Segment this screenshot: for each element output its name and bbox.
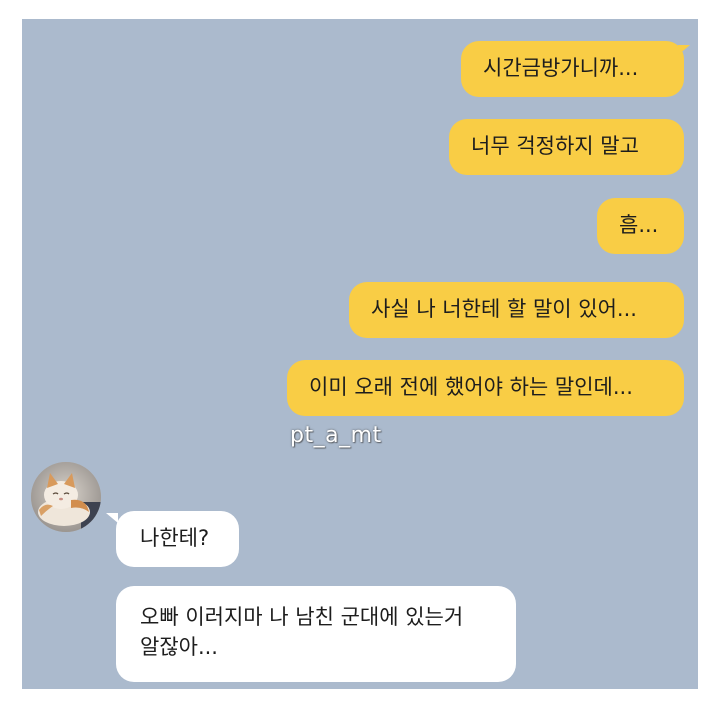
received-message[interactable]: 오빠 이러지마 나 남친 군대에 있는거 알잖아... — [116, 586, 516, 682]
watermark: pt_a_mt — [290, 423, 382, 448]
message-text: 흠... — [619, 213, 659, 237]
message-line: 알잖아... — [140, 635, 218, 659]
sent-message[interactable]: 너무 걱정하지 말고 — [449, 119, 684, 175]
message-line: 오빠 이러지마 나 남친 군대에 있는거 — [140, 605, 464, 629]
message-text: 시간금방가니까... — [483, 56, 639, 80]
avatar[interactable] — [31, 462, 101, 532]
sent-message[interactable]: 흠... — [597, 198, 684, 254]
cat-icon — [31, 462, 101, 532]
message-text: 사실 나 너한테 할 말이 있어... — [371, 297, 637, 321]
sent-message[interactable]: 시간금방가니까... — [461, 41, 684, 97]
message-text: 나한테? — [140, 526, 210, 550]
bubble-tail — [106, 513, 118, 523]
sent-message[interactable]: 이미 오래 전에 했어야 하는 말인데... — [287, 360, 684, 416]
message-text: 이미 오래 전에 했어야 하는 말인데... — [309, 375, 633, 399]
bubble-tail — [678, 45, 690, 55]
received-message[interactable]: 나한테? — [116, 511, 239, 567]
chat-window: 시간금방가니까... 너무 걱정하지 말고 흠... 사실 나 너한테 할 말이… — [22, 19, 698, 689]
sent-message[interactable]: 사실 나 너한테 할 말이 있어... — [349, 282, 684, 338]
message-text: 너무 걱정하지 말고 — [471, 134, 639, 158]
